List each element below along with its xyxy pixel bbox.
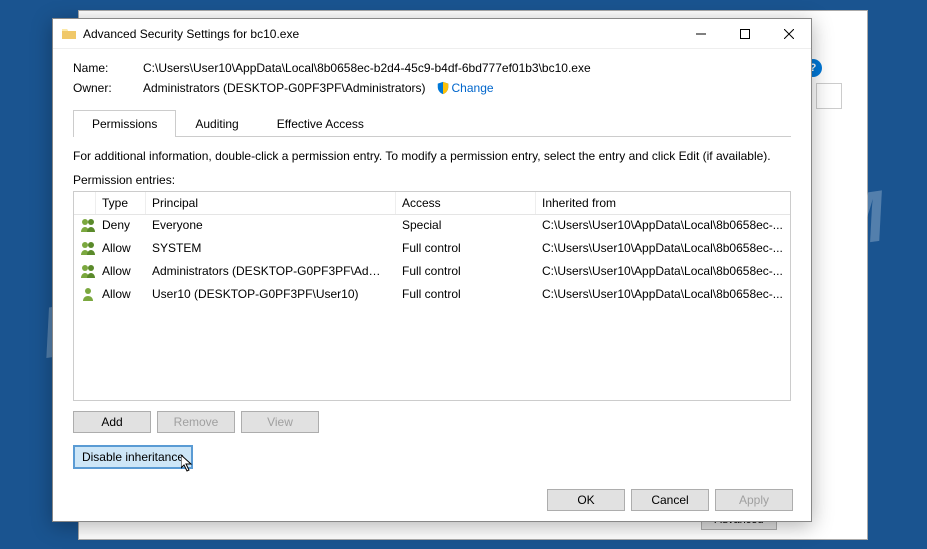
tab-permissions[interactable]: Permissions	[73, 110, 176, 137]
apply-button: Apply	[715, 489, 793, 511]
cell-type: Allow	[96, 286, 146, 305]
owner-label: Owner:	[73, 81, 143, 95]
name-label: Name:	[73, 61, 143, 75]
ok-button[interactable]: OK	[547, 489, 625, 511]
col-type[interactable]: Type	[96, 192, 146, 214]
shield-icon	[436, 81, 450, 95]
table-body: DenyEveryoneSpecialC:\Users\User10\AppDa…	[74, 215, 790, 307]
table-row[interactable]: DenyEveryoneSpecialC:\Users\User10\AppDa…	[74, 215, 790, 238]
tab-auditing[interactable]: Auditing	[176, 110, 257, 137]
entries-label: Permission entries:	[73, 173, 791, 187]
titlebar: Advanced Security Settings for bc10.exe	[53, 19, 811, 49]
folder-icon	[61, 26, 77, 42]
entry-buttons: Add Remove View	[73, 411, 791, 433]
col-inherited[interactable]: Inherited from	[536, 192, 790, 214]
cell-principal: Everyone	[146, 217, 396, 236]
cell-inherited: C:\Users\User10\AppData\Local\8b0658ec-.…	[536, 217, 790, 236]
owner-value: Administrators (DESKTOP-G0PF3PF\Administ…	[143, 81, 426, 95]
disable-inheritance-button[interactable]: Disable inheritance	[73, 445, 193, 469]
cell-type: Allow	[96, 240, 146, 259]
tab-strip: Permissions Auditing Effective Access	[73, 109, 791, 137]
table-row[interactable]: AllowUser10 (DESKTOP-G0PF3PF\User10)Full…	[74, 284, 790, 307]
cell-type: Allow	[96, 263, 146, 282]
col-access[interactable]: Access	[396, 192, 536, 214]
remove-button: Remove	[157, 411, 235, 433]
user-icon	[80, 287, 96, 301]
dialog-footer: OK Cancel Apply	[53, 479, 811, 521]
permissions-table: Type Principal Access Inherited from Den…	[73, 191, 791, 401]
window-title: Advanced Security Settings for bc10.exe	[83, 27, 679, 41]
cell-access: Special	[396, 217, 536, 236]
cell-type: Deny	[96, 217, 146, 236]
maximize-button[interactable]	[723, 20, 767, 48]
disable-inheritance-area: Disable inheritance	[73, 445, 193, 469]
group-icon	[80, 218, 96, 232]
close-button[interactable]	[767, 20, 811, 48]
info-text: For additional information, double-click…	[73, 149, 791, 163]
cell-principal: User10 (DESKTOP-G0PF3PF\User10)	[146, 286, 396, 305]
owner-row: Owner: Administrators (DESKTOP-G0PF3PF\A…	[73, 81, 791, 95]
cell-inherited: C:\Users\User10\AppData\Local\8b0658ec-.…	[536, 263, 790, 282]
cell-principal: Administrators (DESKTOP-G0PF3PF\Admini..…	[146, 263, 396, 282]
name-row: Name: C:\Users\User10\AppData\Local\8b06…	[73, 61, 791, 75]
group-icon	[80, 241, 96, 255]
table-row[interactable]: AllowSYSTEMFull controlC:\Users\User10\A…	[74, 238, 790, 261]
table-header: Type Principal Access Inherited from	[74, 192, 790, 215]
dialog-content: Name: C:\Users\User10\AppData\Local\8b06…	[53, 49, 811, 479]
security-settings-dialog: Advanced Security Settings for bc10.exe …	[52, 18, 812, 522]
add-button[interactable]: Add	[73, 411, 151, 433]
cell-access: Full control	[396, 263, 536, 282]
change-owner-link[interactable]: Change	[452, 81, 494, 95]
minimize-button[interactable]	[679, 20, 723, 48]
cell-principal: SYSTEM	[146, 240, 396, 259]
cell-inherited: C:\Users\User10\AppData\Local\8b0658ec-.…	[536, 240, 790, 259]
col-principal[interactable]: Principal	[146, 192, 396, 214]
cancel-button[interactable]: Cancel	[631, 489, 709, 511]
table-row[interactable]: AllowAdministrators (DESKTOP-G0PF3PF\Adm…	[74, 261, 790, 284]
name-value: C:\Users\User10\AppData\Local\8b0658ec-b…	[143, 61, 591, 75]
cell-access: Full control	[396, 240, 536, 259]
col-icon[interactable]	[74, 192, 96, 214]
window-controls	[679, 20, 811, 48]
cell-inherited: C:\Users\User10\AppData\Local\8b0658ec-.…	[536, 286, 790, 305]
tab-effective-access[interactable]: Effective Access	[258, 110, 383, 137]
cell-access: Full control	[396, 286, 536, 305]
group-icon	[80, 264, 96, 278]
search-box[interactable]	[816, 83, 842, 109]
view-button: View	[241, 411, 319, 433]
